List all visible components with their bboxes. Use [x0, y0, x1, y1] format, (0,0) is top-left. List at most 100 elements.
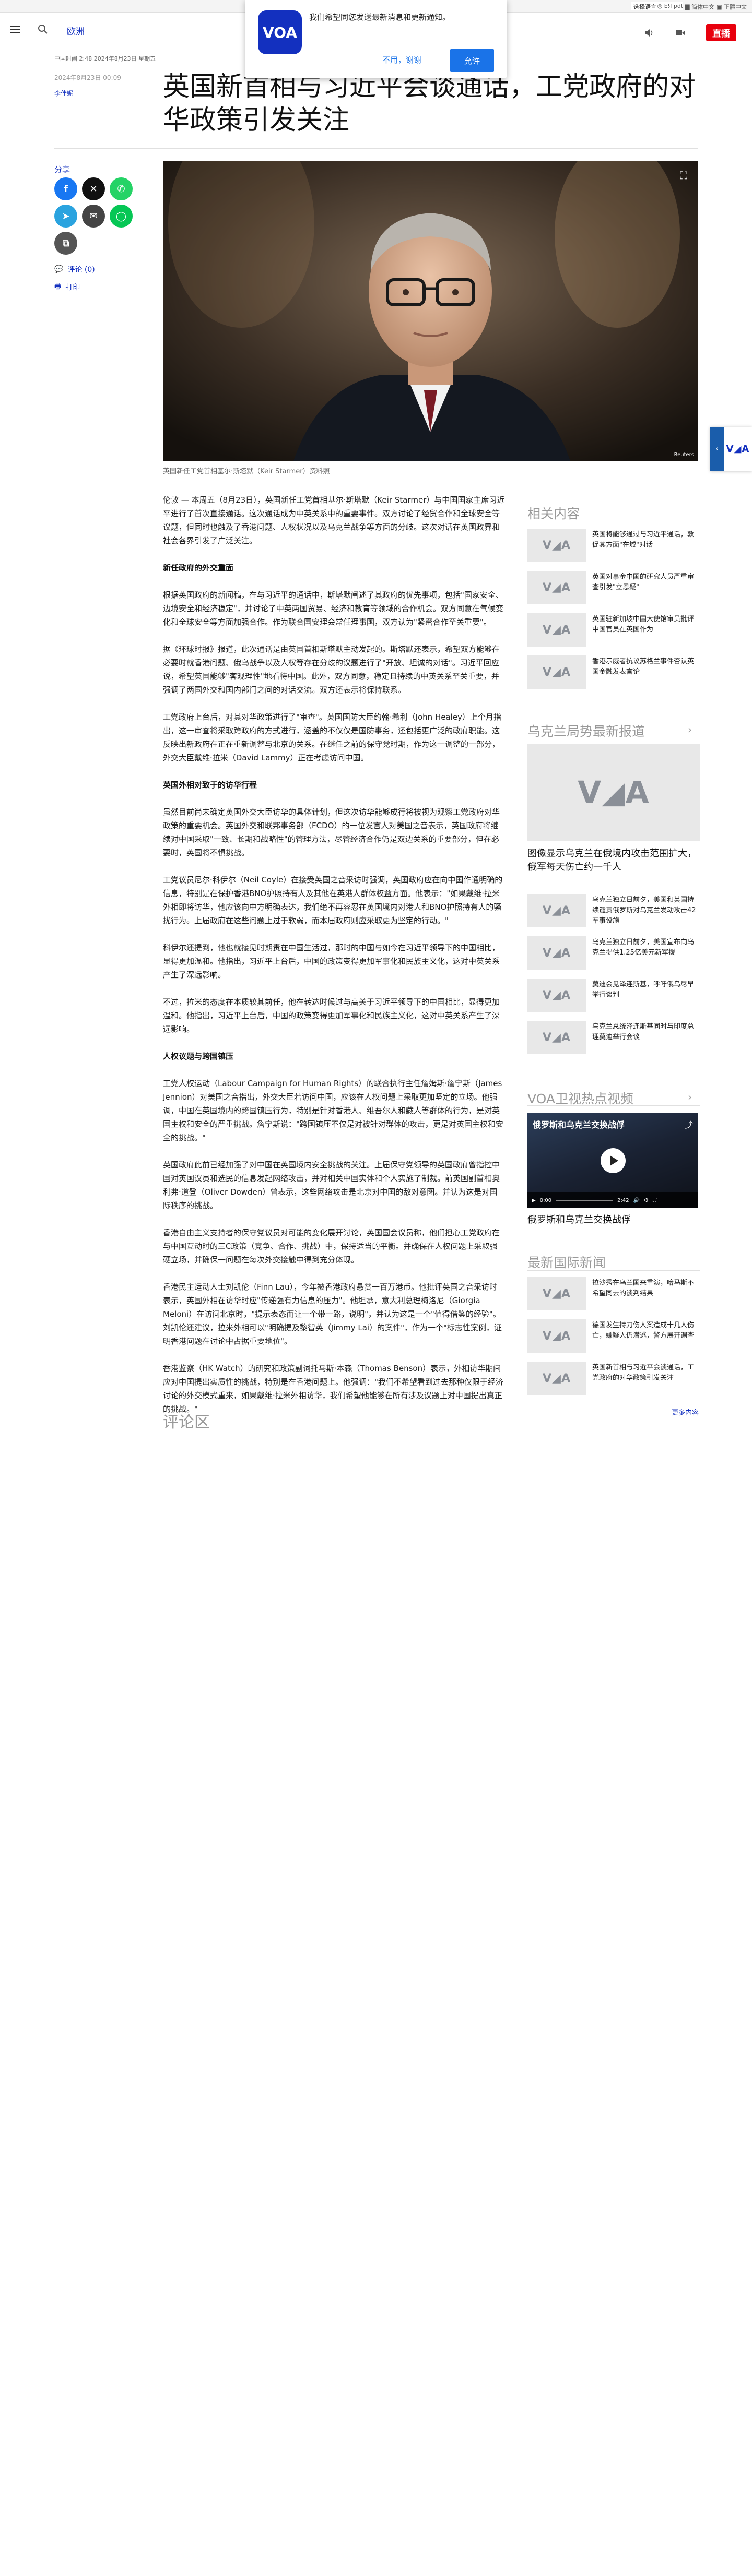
voa-placeholder-icon: V◢A [527, 1362, 586, 1395]
body-paragraph: 香港自由主义支持者的保守党议员对可能的变化展开讨论，英国国会议员称，他们担心工党… [163, 1228, 500, 1265]
notification-message: 我们希望同您发送最新消息和更新通知。 [309, 13, 451, 22]
facebook-share-button[interactable]: f [54, 177, 77, 200]
play-icon[interactable]: ▶ [532, 1198, 536, 1203]
share-icon[interactable]: ⤴ [685, 1118, 693, 1130]
intl-item[interactable]: V◢A 拉沙秀在乌兰国来重演，哈马斯不希望同去的谈判结果 [527, 1277, 700, 1313]
floating-widget[interactable]: ‹ V◢A [710, 427, 752, 471]
related-item[interactable]: V◢A 英国将能够通过与习近平通话，敦促其方面"在域"对话 [527, 529, 700, 564]
video-player[interactable]: 俄罗斯和乌克兰交换战俘 ⤴ ▶ 0:00 2:42 🔊 ⚙ ⛶ [527, 1113, 698, 1208]
video-progress-bar[interactable] [556, 1199, 614, 1201]
chevron-right-icon: › [688, 1091, 692, 1103]
voa-placeholder-icon: V◢A [527, 1021, 586, 1054]
ukraine-item[interactable]: V◢A 莫迪会见泽连斯基，呼吁俄乌尽早举行谈判 [527, 979, 700, 1014]
body-paragraph: 工党政府上台后，对其对华政策进行了"审查"。英国国防大臣约翰·希利（John H… [163, 712, 501, 762]
email-share-button[interactable]: ✉ [82, 205, 105, 228]
more-link[interactable]: 更多内容 [672, 1407, 699, 1417]
body-paragraph: 香港监察（HK Watch）的研究和政策副词托马斯·本森（Thomas Bens… [163, 1364, 503, 1414]
deny-button[interactable]: 不用，谢谢 [382, 54, 421, 65]
chevron-left-icon[interactable]: ‹ [710, 427, 724, 471]
share-row-3: ⧉ [54, 232, 77, 255]
telegram-share-button[interactable]: ➤ [54, 205, 77, 228]
video-caption[interactable]: 俄罗斯和乌克兰交换战俘 [527, 1212, 631, 1226]
chevron-right-icon: › [688, 723, 692, 736]
body-paragraph: 虽然目前尚未确定英国外交大臣访华的具体计划，但这次访华能够成行将被视为观察工党政… [163, 807, 500, 857]
ukraine-item[interactable]: V◢A 乌克兰独立日前夕，美国和英国持续谴责俄罗斯对乌克兰发动攻击42军事设施 [527, 894, 700, 929]
section-heading: 人权议题与跨国镇压 [163, 1052, 234, 1061]
video-section-title[interactable]: VOA卫视热点视频 [527, 1089, 633, 1107]
copy-link-button[interactable]: ⧉ [54, 232, 77, 255]
body-paragraph: 根据英国政府的新闻稿，在与习近平的通话中，斯塔默阐述了其政府的优先事项，包括"国… [163, 590, 503, 627]
comments-link-label: 评论 (0) [67, 266, 95, 274]
print-icon: 🖶 [54, 282, 62, 291]
voa-placeholder-icon: V◢A [527, 655, 586, 689]
share-label: 分享 [54, 165, 70, 174]
menu-icon[interactable] [10, 26, 20, 33]
intl-item[interactable]: V◢A 德国发生持刀伤人案造成十几人伤亡，嫌疑人仍潜逃，警方展开调查 [527, 1319, 700, 1355]
author-link[interactable]: 李佳妮 [54, 89, 73, 98]
fullscreen-icon[interactable]: ⛶ [653, 1198, 656, 1203]
expand-icon[interactable]: ⛶ [676, 168, 691, 183]
body-paragraph: 工党人权运动（Labour Campaign for Human Rights）… [163, 1079, 503, 1142]
settings-icon[interactable]: ⚙ [644, 1198, 649, 1203]
body-paragraph: 不过，拉米的态度在本质较其前任，他在转达时候过与高关于习近平领导下的中国相比，显… [163, 997, 500, 1034]
featured-story-title[interactable]: 图像显示乌克兰在俄境内攻击范围扩大，俄军每天伤亡约一千人 [527, 847, 700, 874]
line-share-button[interactable]: ◯ [110, 205, 133, 228]
related-item[interactable]: V◢A 英国驻新加坡中国大使馆审员批评中国官员在英国作为 [527, 613, 700, 649]
voa-placeholder-icon: V◢A [527, 571, 586, 604]
section-heading: 新任政府的外交重面 [163, 563, 234, 573]
intl-news-title: 最新国际新闻 [527, 1255, 606, 1270]
comment-icon: 💬 [54, 265, 64, 273]
ukraine-item[interactable]: V◢A 乌克兰总统泽连斯基同时与印度总理莫迪举行会谈 [527, 1021, 700, 1056]
ukraine-item-title: 乌克兰总统泽连斯基同时与印度总理莫迪举行会谈 [592, 1023, 695, 1041]
intl-item-title: 德国发生持刀伤人案造成十几人伤亡，嫌疑人仍潜逃，警方展开调查 [592, 1321, 695, 1340]
article-body: 伦敦 — 本周五（8月23日），英国新任工党首相基尔·斯塔默（Keir Star… [163, 493, 505, 1429]
video-icon[interactable] [675, 27, 686, 39]
time-total: 2:42 [617, 1197, 629, 1203]
whatsapp-share-button[interactable]: ✆ [110, 177, 133, 200]
intl-item-title: 英国新首相与习近平会谈通话，工党政府的对华政策引发关注 [592, 1364, 695, 1382]
related-item-title: 香港示威者抗议苏格兰事件否认英国金融发表言论 [592, 658, 695, 676]
comments-link[interactable]: 💬 评论 (0) [54, 264, 95, 275]
utility-link[interactable]: ▇ 简体中文 [685, 3, 714, 11]
voa-placeholder-icon: V◢A [527, 613, 586, 647]
ukraine-item[interactable]: V◢A 乌克兰独立日前夕，美国宣布向乌克兰提供1.25亿美元新军援 [527, 936, 700, 972]
play-icon [610, 1155, 618, 1166]
body-paragraph: 伦敦 — 本周五（8月23日），英国新任工党首相基尔·斯塔默（Keir Star… [163, 495, 505, 545]
related-item-title: 英国将能够通过与习近平通话，敦促其方面"在域"对话 [592, 531, 695, 549]
utility-link[interactable]: ▣ 正體中文 [716, 3, 747, 11]
video-overlay-title: 俄罗斯和乌克兰交换战俘 [533, 1120, 625, 1130]
search-icon[interactable] [38, 24, 48, 34]
audio-icon[interactable] [643, 27, 655, 39]
divider [527, 1105, 700, 1106]
voa-logo: V◢A [726, 443, 750, 455]
intl-item[interactable]: V◢A 英国新首相与习近平会谈通话，工党政府的对华政策引发关注 [527, 1362, 700, 1397]
hero-image: ⛶ Reuters [163, 161, 698, 461]
allow-button[interactable]: 允许 [450, 49, 494, 72]
ukraine-item-title: 莫迪会见泽连斯基，呼吁俄乌尽早举行谈判 [592, 981, 695, 999]
print-link[interactable]: 🖶 打印 [54, 281, 80, 293]
voa-placeholder-icon: V◢A [527, 979, 586, 1012]
ukraine-title[interactable]: 乌克兰局势最新报道 [527, 721, 645, 740]
section-link[interactable]: 欧洲 [67, 24, 85, 37]
body-paragraph: 据《环球时报》报道，此次通话是由英国首相斯塔默主动发起的。斯塔默还表示，希望双方… [163, 645, 500, 695]
voa-placeholder-icon: V◢A [527, 1277, 586, 1310]
volume-icon[interactable]: 🔊 [633, 1198, 640, 1203]
play-button[interactable] [601, 1148, 626, 1173]
image-credit: Reuters [674, 452, 694, 458]
image-caption: 英国新任工党首相基尔·斯塔默（Keir Starmer）资料照 [163, 468, 330, 475]
body-paragraph: 香港民主运动人士刘凯伦（Finn Lau），今年被香港政府悬赏一百万港币。他批评… [163, 1282, 502, 1346]
voa-logo: VOA [258, 10, 302, 54]
utility-link[interactable]: ◎ ЕЯ pdt [657, 3, 683, 11]
voa-placeholder-icon[interactable]: V◢A [527, 744, 700, 841]
related-item-title: 英国对事金中国的研究人员严重审查引发"立恩疑" [592, 573, 695, 591]
divider [54, 148, 698, 149]
related-item[interactable]: V◢A 英国对事金中国的研究人员严重审查引发"立恩疑" [527, 571, 700, 606]
starmer-photo [163, 161, 698, 461]
x-share-button[interactable]: ✕ [82, 177, 105, 200]
related-item[interactable]: V◢A 香港示威者抗议苏格兰事件否认英国金融发表言论 [527, 655, 700, 691]
video-controls: ▶ 0:00 2:42 🔊 ⚙ ⛶ [527, 1192, 698, 1208]
live-button[interactable]: 直播 [706, 24, 736, 41]
ukraine-item-title: 乌克兰独立日前夕，美国宣布向乌克兰提供1.25亿美元新军援 [592, 938, 695, 957]
related-item-title: 英国驻新加坡中国大使馆审员批评中国官员在英国作为 [592, 615, 695, 634]
notification-prompt: VOA 我们希望同您发送最新消息和更新通知。 不用，谢谢 允许 [245, 0, 507, 78]
